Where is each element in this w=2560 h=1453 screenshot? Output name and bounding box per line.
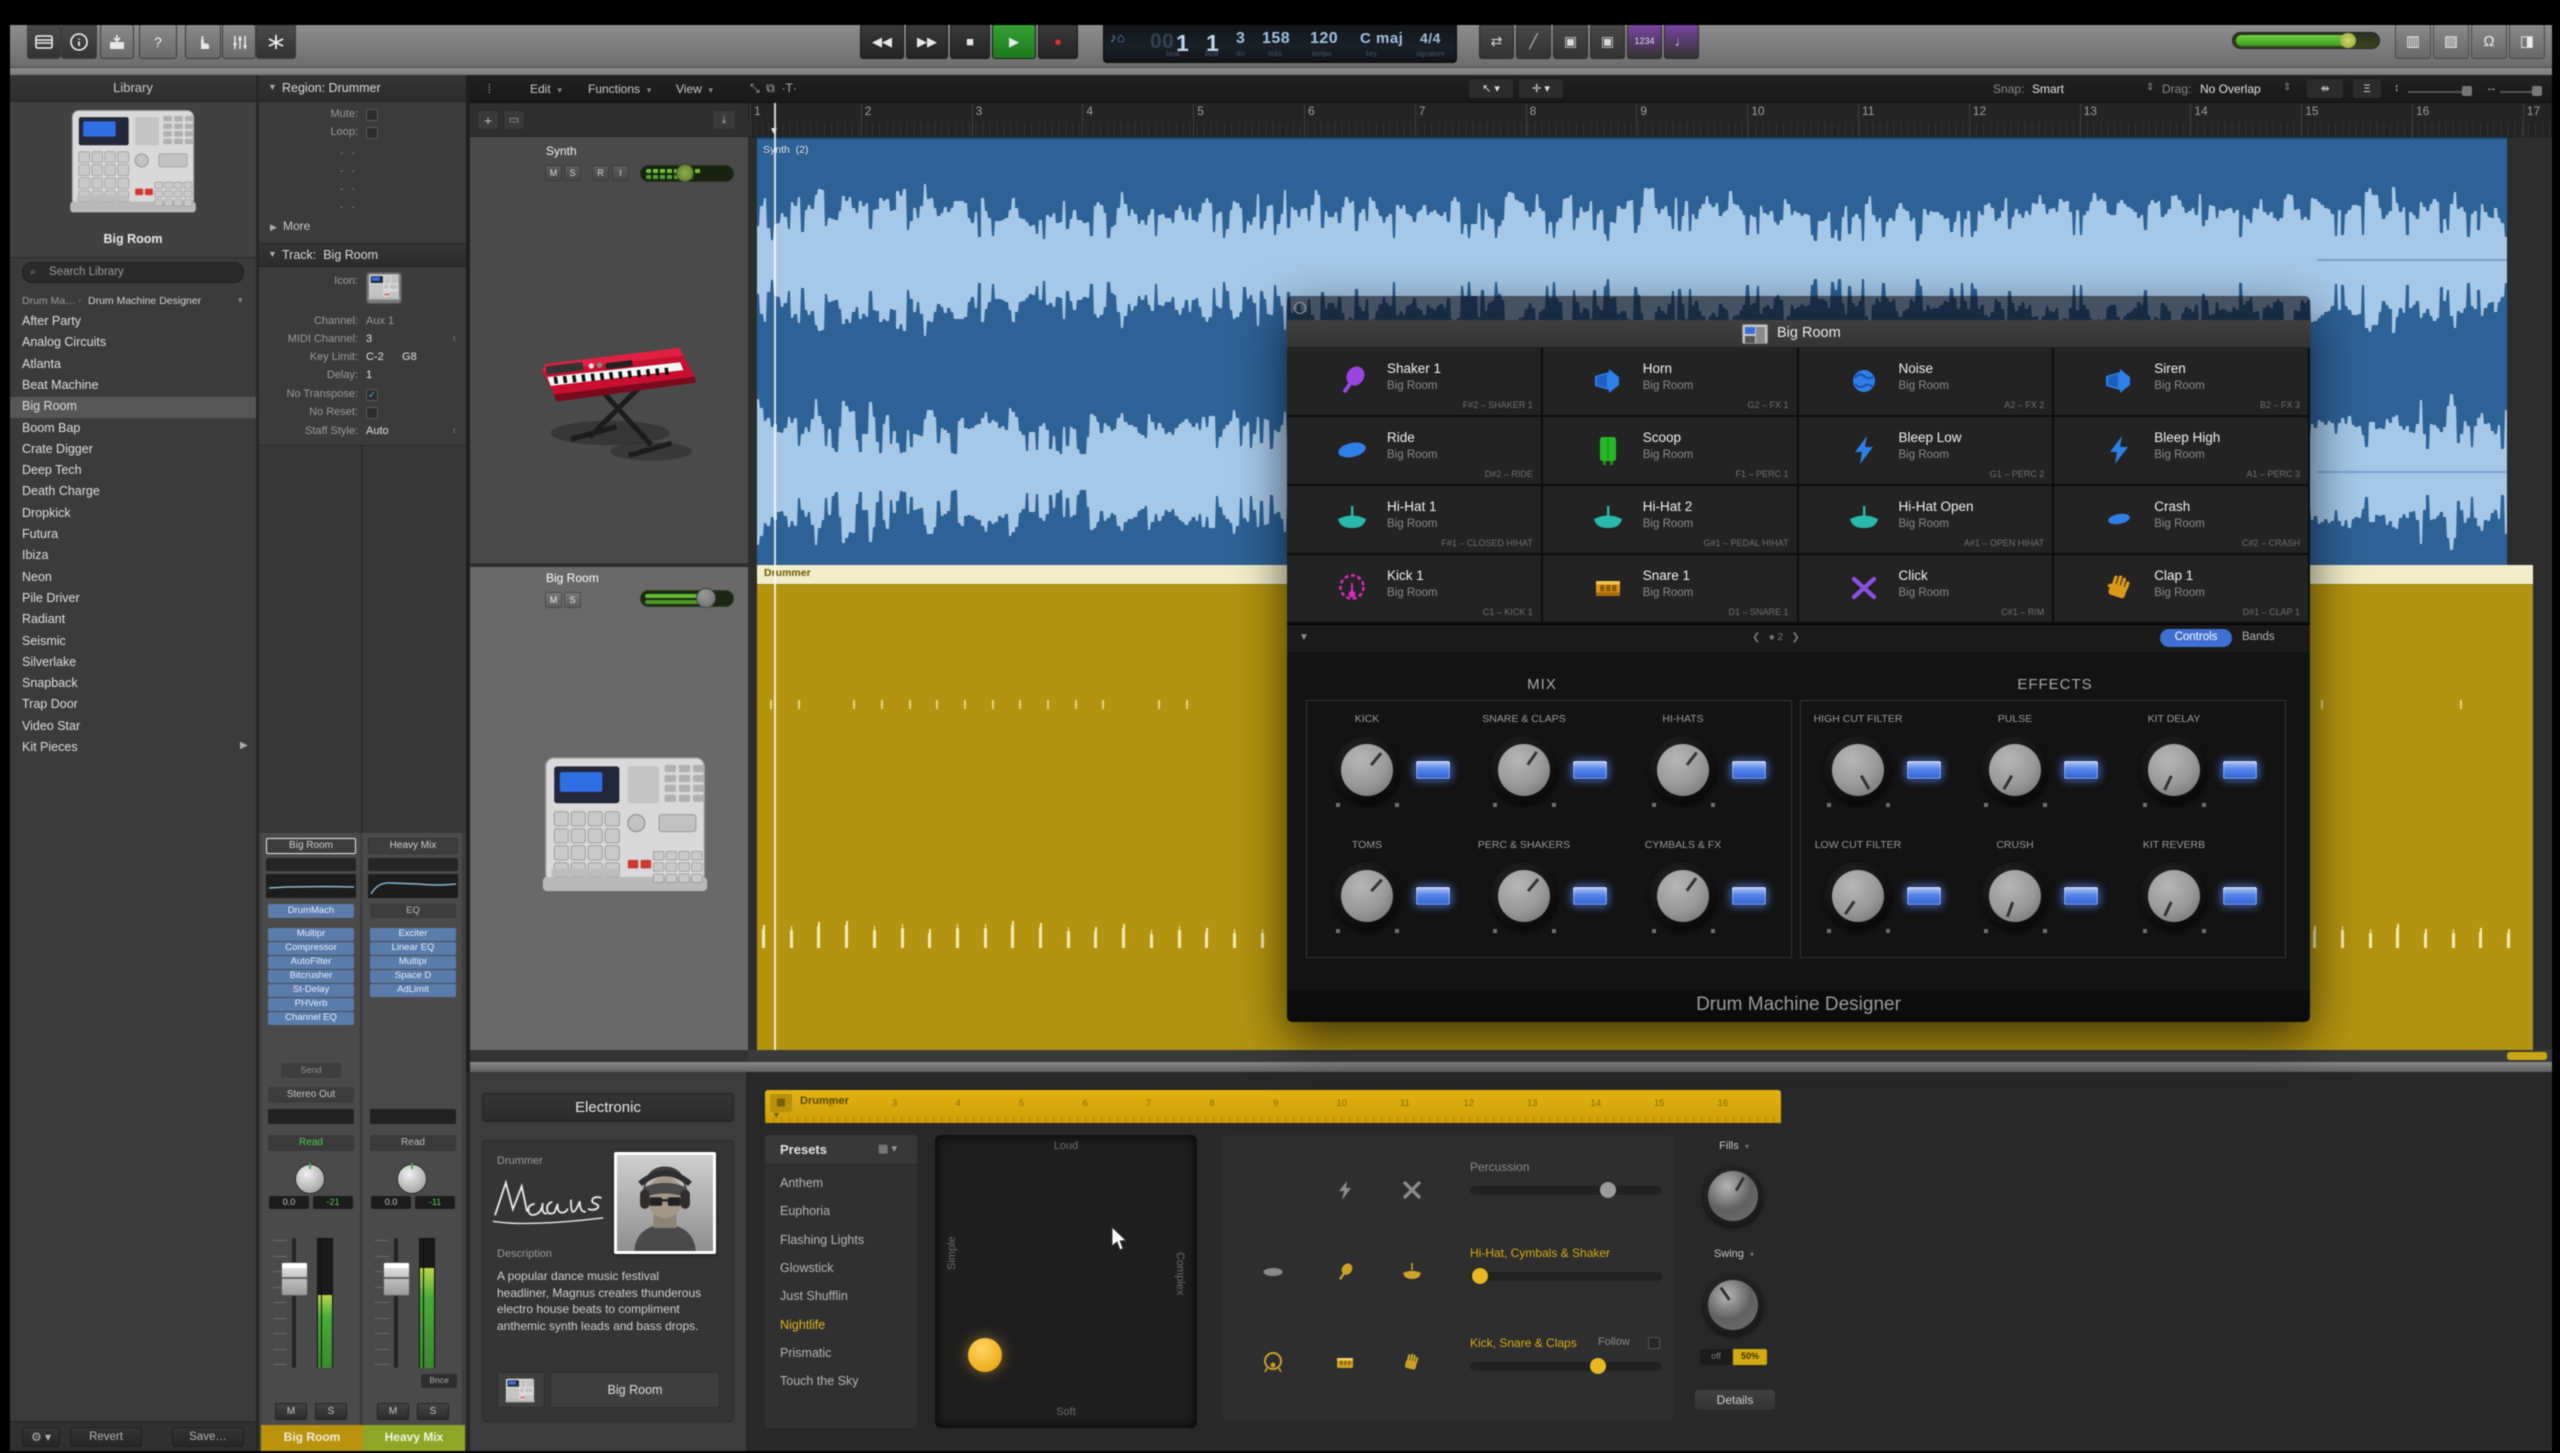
svg-text:?: ? xyxy=(154,34,162,50)
